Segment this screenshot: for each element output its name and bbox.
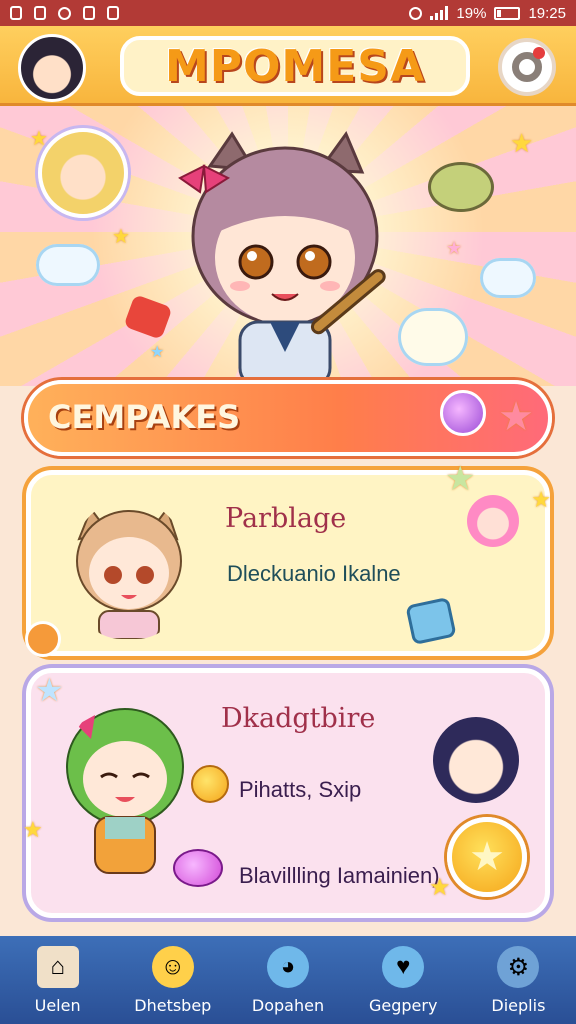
star-icon: ★	[30, 128, 48, 150]
laughing-emoji-icon	[398, 308, 468, 366]
battery-icon	[494, 6, 521, 20]
circle-icon	[58, 6, 71, 20]
nav-label: Dopahen	[251, 996, 325, 1015]
nav-item-chat[interactable]: ♥ Gegpery	[346, 936, 461, 1024]
image-icon	[107, 6, 119, 20]
star-icon: ★	[23, 817, 43, 842]
card-title: Parblage	[225, 503, 347, 534]
star-icon: ★	[35, 672, 64, 708]
nav-item-cat[interactable]: ◕ Dopahen	[230, 936, 345, 1024]
star-icon: ★	[469, 835, 505, 879]
user-avatar[interactable]	[18, 34, 86, 102]
smiley-icon	[191, 765, 229, 803]
status-right-icons: 19% 19:25	[409, 5, 566, 22]
card-detail: Blavillling Iamainien)	[239, 863, 440, 888]
nav-label: Gegpery	[368, 996, 438, 1015]
card-title: Dkadgtbire	[221, 703, 376, 734]
blob-creature-icon	[428, 162, 494, 212]
nav-item-emoji[interactable]: ☺ Dhetsbep	[115, 936, 230, 1024]
card-subtitle: Dleckuanio Ikalne	[227, 561, 401, 586]
notification-icon	[10, 6, 22, 20]
star-icon: ★	[531, 487, 551, 512]
favorite-action-button[interactable]: ★	[447, 817, 527, 897]
smiley-icon: ☺	[151, 946, 194, 988]
envelope-icon	[405, 596, 457, 646]
status-bar: 19% 19:25	[0, 0, 576, 26]
nav-item-settings[interactable]: ⚙ Dieplis	[461, 936, 576, 1024]
section-title: CEMPAKES	[48, 398, 241, 436]
dark-hair-catgirl-avatar	[433, 717, 519, 803]
hero-catgirl-character	[178, 130, 386, 386]
status-left-icons	[10, 6, 119, 20]
star-icon: ★	[446, 238, 463, 258]
cloud-icon	[36, 244, 100, 286]
nav-label: Uelen	[34, 996, 81, 1015]
pink-hair-chibi-avatar	[467, 495, 519, 547]
app-header: MPOMESA	[0, 26, 576, 106]
gallery-icon	[83, 6, 95, 20]
cloud-icon	[480, 258, 536, 298]
cat-face-icon: ◕	[267, 946, 309, 988]
battery-percent: 19%	[456, 4, 487, 22]
gem-icon	[123, 294, 173, 340]
bottom-navigation: ⌂ Uelen ☺ Dhetsbep ◕ Dopahen ♥ Gegpery ⚙…	[0, 936, 576, 1024]
corner-badge	[25, 621, 61, 657]
nav-label: Dhetsbep	[134, 996, 212, 1015]
star-icon: ★	[498, 395, 534, 439]
nav-label: Dieplis	[491, 996, 546, 1015]
star-icon: ★	[510, 128, 534, 158]
clock: 19:25	[528, 4, 566, 22]
pink-blob-icon	[173, 849, 223, 887]
star-icon: ★	[445, 460, 476, 498]
catgirl-chibi-avatar	[76, 506, 182, 639]
signal-icon	[430, 6, 449, 20]
card-detail: Pihatts, Sxip	[239, 777, 362, 802]
hero-banner: ★ ★ ★ ★ ★	[0, 106, 576, 386]
notification-dot	[533, 47, 545, 59]
section-banner[interactable]: CEMPAKES ★	[24, 380, 552, 456]
star-icon: ★	[112, 226, 130, 248]
app-title: MPOMESA	[120, 36, 470, 96]
settings-icon	[512, 47, 545, 82]
gear-icon: ⚙	[497, 946, 540, 988]
character-portrait-avatar[interactable]	[38, 128, 128, 218]
feature-card[interactable]: Dkadgtbire Pihatts, Sxip Blavillling Iam…	[23, 668, 550, 918]
wifi-icon	[409, 6, 423, 20]
home-icon: ⌂	[36, 946, 79, 988]
star-icon: ★	[429, 874, 451, 901]
settings-button[interactable]	[498, 38, 556, 96]
feature-card[interactable]: Parblage Dleckuanio Ikalne ★ ★	[25, 460, 551, 657]
green-hair-chibi-avatar	[66, 708, 184, 874]
star-icon: ★	[150, 344, 165, 361]
fire-icon	[34, 6, 46, 20]
nav-item-home[interactable]: ⌂ Uelen	[0, 936, 115, 1024]
heart-chat-icon: ♥	[382, 946, 425, 988]
balloon-icon	[440, 390, 486, 436]
